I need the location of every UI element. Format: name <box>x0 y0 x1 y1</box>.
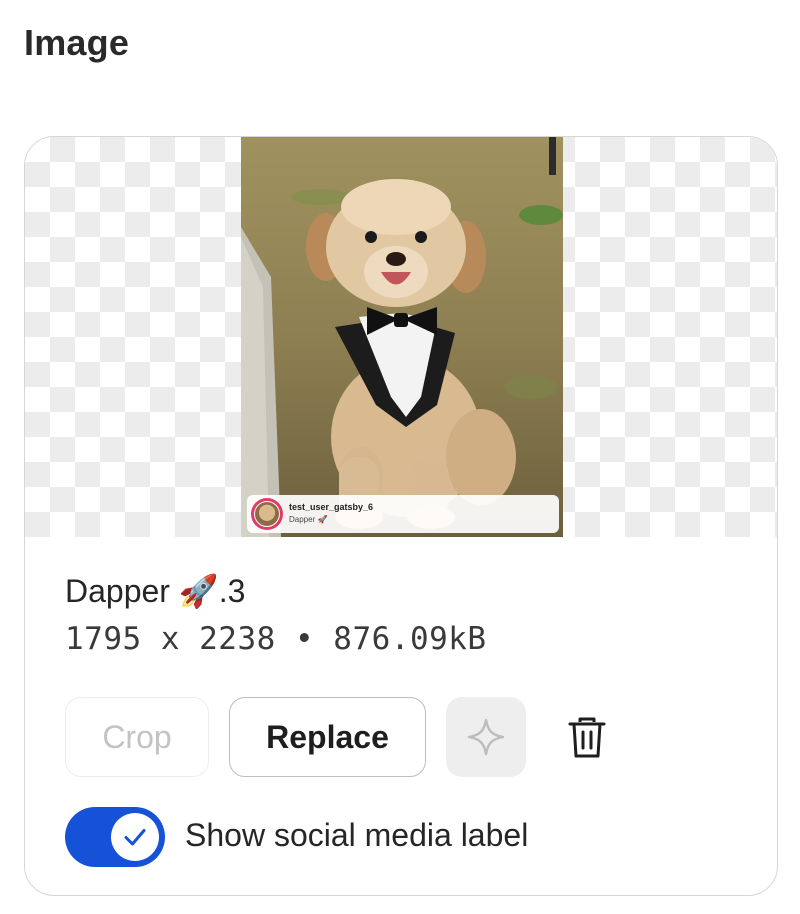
file-name: Dapper 🚀.3 <box>65 573 246 609</box>
delete-button[interactable] <box>547 697 627 777</box>
dog-photo <box>241 137 563 537</box>
ai-edit-button[interactable] <box>446 697 526 777</box>
preview-photo[interactable]: test_user_gatsby_6 Dapper 🚀 <box>241 137 563 537</box>
section-title: Image <box>24 22 130 63</box>
image-preview: test_user_gatsby_6 Dapper 🚀 <box>25 137 777 537</box>
social-label-toggle-label: Show social media label <box>185 817 529 853</box>
sparkle-icon <box>467 718 505 756</box>
social-label-toggle[interactable] <box>65 807 165 867</box>
social-username: test_user_gatsby_6 <box>289 502 374 512</box>
avatar <box>251 498 283 530</box>
crop-button[interactable]: Crop <box>65 697 209 777</box>
checkmark-icon <box>124 829 146 846</box>
file-meta: 1795 x 2238 • 876.09kB <box>65 621 487 657</box>
image-card: test_user_gatsby_6 Dapper 🚀 Dapper 🚀.3 1… <box>24 136 778 896</box>
social-media-label: test_user_gatsby_6 Dapper 🚀 <box>247 495 559 533</box>
replace-button[interactable]: Replace <box>229 697 426 777</box>
social-caption: Dapper 🚀 <box>289 515 328 524</box>
trash-icon <box>568 717 606 758</box>
toggle-knob <box>111 813 159 861</box>
social-label-toggle-row: Show social media label <box>65 807 745 867</box>
